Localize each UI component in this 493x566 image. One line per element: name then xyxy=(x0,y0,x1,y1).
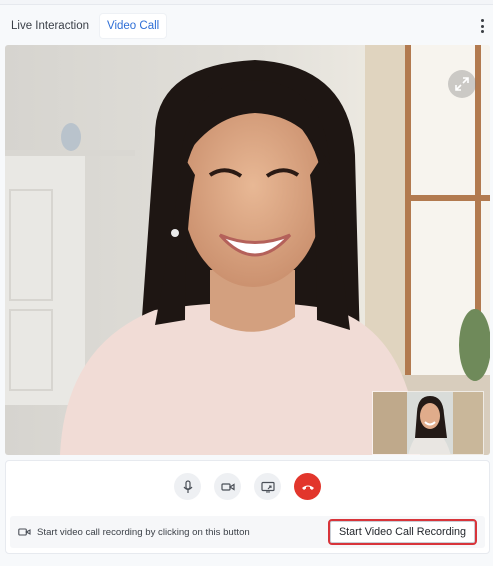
mute-microphone-button[interactable] xyxy=(174,473,201,500)
expand-icon xyxy=(455,77,469,91)
self-view-feed xyxy=(373,392,483,454)
tab-live-interaction[interactable]: Live Interaction xyxy=(4,14,96,38)
expand-video-button[interactable] xyxy=(448,70,476,98)
video-camera-icon xyxy=(18,526,32,538)
end-call-button[interactable] xyxy=(294,473,321,500)
kebab-dot xyxy=(480,19,484,22)
tab-bar: Live Interaction Video Call xyxy=(4,13,167,39)
recording-hint-bar: Start video call recording by clicking o… xyxy=(10,516,485,548)
screen-share-icon xyxy=(260,481,275,493)
video-camera-icon xyxy=(220,482,235,491)
remote-video xyxy=(5,45,490,455)
call-controls xyxy=(6,473,489,500)
microphone-icon xyxy=(183,479,192,493)
toggle-camera-button[interactable] xyxy=(214,473,241,500)
end-call-icon xyxy=(301,485,314,490)
recording-hint-text: Start video call recording by clicking o… xyxy=(37,526,250,538)
kebab-dot xyxy=(480,24,484,28)
tab-video-call[interactable]: Video Call xyxy=(100,14,167,38)
more-options-icon[interactable] xyxy=(477,17,487,35)
screen-share-button[interactable] xyxy=(254,473,281,500)
kebab-dot xyxy=(480,30,484,33)
start-recording-button[interactable]: Start Video Call Recording xyxy=(327,519,477,545)
self-view-video xyxy=(372,391,484,455)
call-controls-card: Start video call recording by clicking o… xyxy=(5,460,490,554)
